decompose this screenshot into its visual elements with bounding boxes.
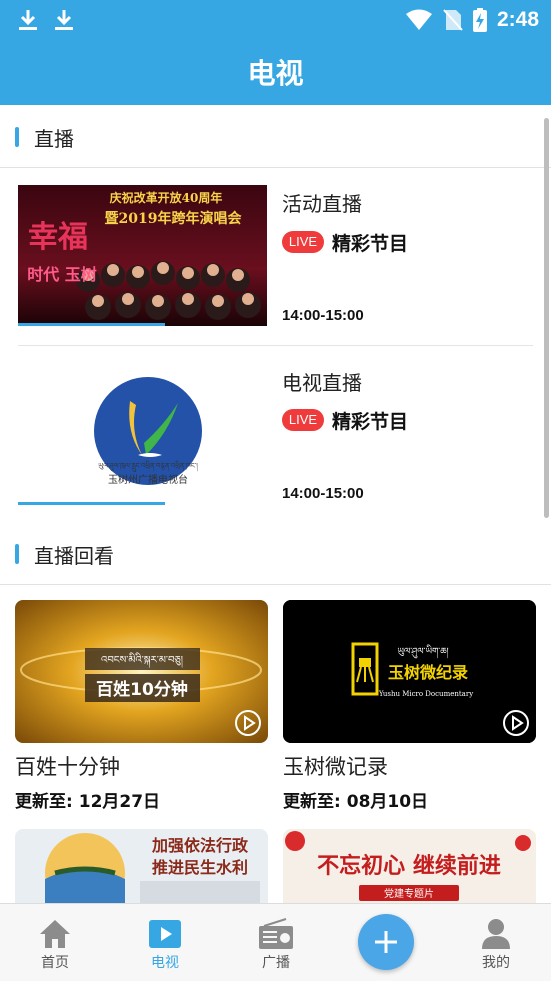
live-name: 电视直播 (282, 371, 362, 395)
nav-label: 电视 (151, 955, 179, 971)
thumb-en: Yushu Micro Documentary (378, 690, 473, 698)
nav-home[interactable]: 首页 (15, 904, 95, 981)
nav-radio[interactable]: 广播 (236, 904, 316, 981)
card-update: 更新至: 08月10日 (283, 792, 429, 812)
poster-line1: 庆祝改革开放40周年 (109, 190, 223, 205)
replay-thumbnail: 不忘初心 继续前进 党建专题片 (283, 829, 536, 903)
play-icon[interactable] (502, 709, 530, 737)
thumb-text: 玉树微纪录 (388, 663, 468, 682)
live-name: 活动直播 (282, 192, 362, 216)
thumb-tibetan: འབངས་མིའི་སྐར་མ་བཅུ། (101, 652, 183, 668)
card-title: 百姓十分钟 (15, 755, 120, 779)
live-program: 精彩节目 (332, 233, 409, 255)
section-title: 直播回看 (34, 544, 114, 568)
thumb-text-1: 加强依法行政 (151, 836, 249, 855)
replay-card[interactable]: ཡུལ་ཤུལ་ཡིག་ཆ། 玉树微纪录 Yushu Micro Documen… (283, 600, 536, 812)
live-item[interactable]: ཡུལ་ཤུལ་ཁུལ་རླུང་འཕྲིན་བརྙན་འཕྲིན་ཁང་། 玉… (0, 346, 551, 524)
thumb-text: 百姓10分钟 (96, 679, 188, 700)
thumb-tibetan: ཡུལ་ཤུལ་ཡིག་ཆ། (397, 644, 448, 659)
poster-line2: 暨2019年跨年演唱会 (105, 210, 243, 227)
wifi-icon (405, 9, 432, 30)
live-time: 14:00-15:00 (282, 485, 364, 502)
app-header: 2:48 电视 (0, 0, 551, 105)
update-date: 12月27日 (78, 792, 161, 812)
no-sim-icon (443, 9, 463, 31)
live-program: 精彩节目 (332, 411, 409, 433)
scrollbar[interactable] (544, 118, 549, 518)
nav-label: 广播 (262, 955, 290, 971)
tv-play-icon (149, 920, 181, 948)
poster-sub-text: 时代 玉树 (27, 265, 97, 284)
live-time: 14:00-15:00 (282, 307, 364, 324)
section-title: 直播 (34, 127, 74, 151)
thumb-sub: 党建专题片 (384, 887, 434, 900)
live-badge: LIVE (282, 409, 324, 431)
poster-big-text: 幸福 (28, 220, 88, 255)
replay-thumbnail: འབངས་མིའི་སྐར་མ་བཅུ། 百姓10分钟 (15, 600, 268, 743)
replay-section-header: 直播回看 (0, 523, 551, 585)
download-icon (54, 8, 74, 32)
thumb-text-2: 推进民生水利 (152, 858, 248, 877)
bottom-nav: 首页 电视 广播 我的 (0, 903, 551, 981)
live-progress-bar (18, 502, 165, 505)
clock: 2:48 (496, 8, 539, 31)
home-icon (40, 920, 70, 948)
thumb-text: 不忘初心 继续前进 (317, 853, 501, 879)
nav-mine[interactable]: 我的 (456, 904, 536, 981)
download-icon (18, 8, 38, 32)
nav-tv[interactable]: 电视 (125, 904, 205, 981)
live-thumbnail: 庆祝改革开放40周年 暨2019年跨年演唱会 幸福 时代 玉树 (18, 185, 267, 326)
card-update: 更新至: 12月27日 (15, 792, 161, 812)
user-icon (482, 919, 510, 949)
radio-icon (259, 918, 293, 949)
replay-card[interactable]: 不忘初心 继续前进 党建专题片 (283, 829, 536, 903)
card-title: 玉树微记录 (283, 755, 388, 779)
nav-label: 首页 (41, 955, 69, 971)
replay-thumbnail: 加强依法行政 推进民生水利 (15, 829, 268, 903)
plus-icon (375, 931, 397, 953)
live-section-header: 直播 (0, 106, 551, 168)
replay-card[interactable]: 加强依法行政 推进民生水利 (15, 829, 268, 903)
add-button[interactable] (358, 914, 414, 970)
play-icon[interactable] (234, 709, 262, 737)
live-thumbnail: ཡུལ་ཤུལ་ཁུལ་རླུང་འཕྲིན་བརྙན་འཕྲིན་ཁང་། 玉… (18, 363, 267, 504)
section-accent-bar (15, 127, 19, 147)
section-accent-bar (15, 544, 19, 564)
logo-text: 玉树州广播电视台 (108, 473, 188, 486)
status-bar: 2:48 (0, 0, 551, 40)
replay-card[interactable]: འབངས་མིའི་སྐར་མ་བཅུ། 百姓10分钟 百姓十分钟 更新至: 1… (15, 600, 268, 812)
update-date: 08月10日 (346, 792, 429, 812)
live-badge: LIVE (282, 231, 324, 253)
battery-charging-icon (472, 8, 487, 32)
nav-label: 我的 (482, 955, 510, 971)
live-item[interactable]: 庆祝改革开放40周年 暨2019年跨年演唱会 幸福 时代 玉树 活动直播 LIV… (0, 168, 551, 346)
live-progress-bar (18, 323, 165, 326)
replay-thumbnail: ཡུལ་ཤུལ་ཡིག་ཆ། 玉树微纪录 Yushu Micro Documen… (283, 600, 536, 743)
page-title: 电视 (247, 57, 304, 90)
